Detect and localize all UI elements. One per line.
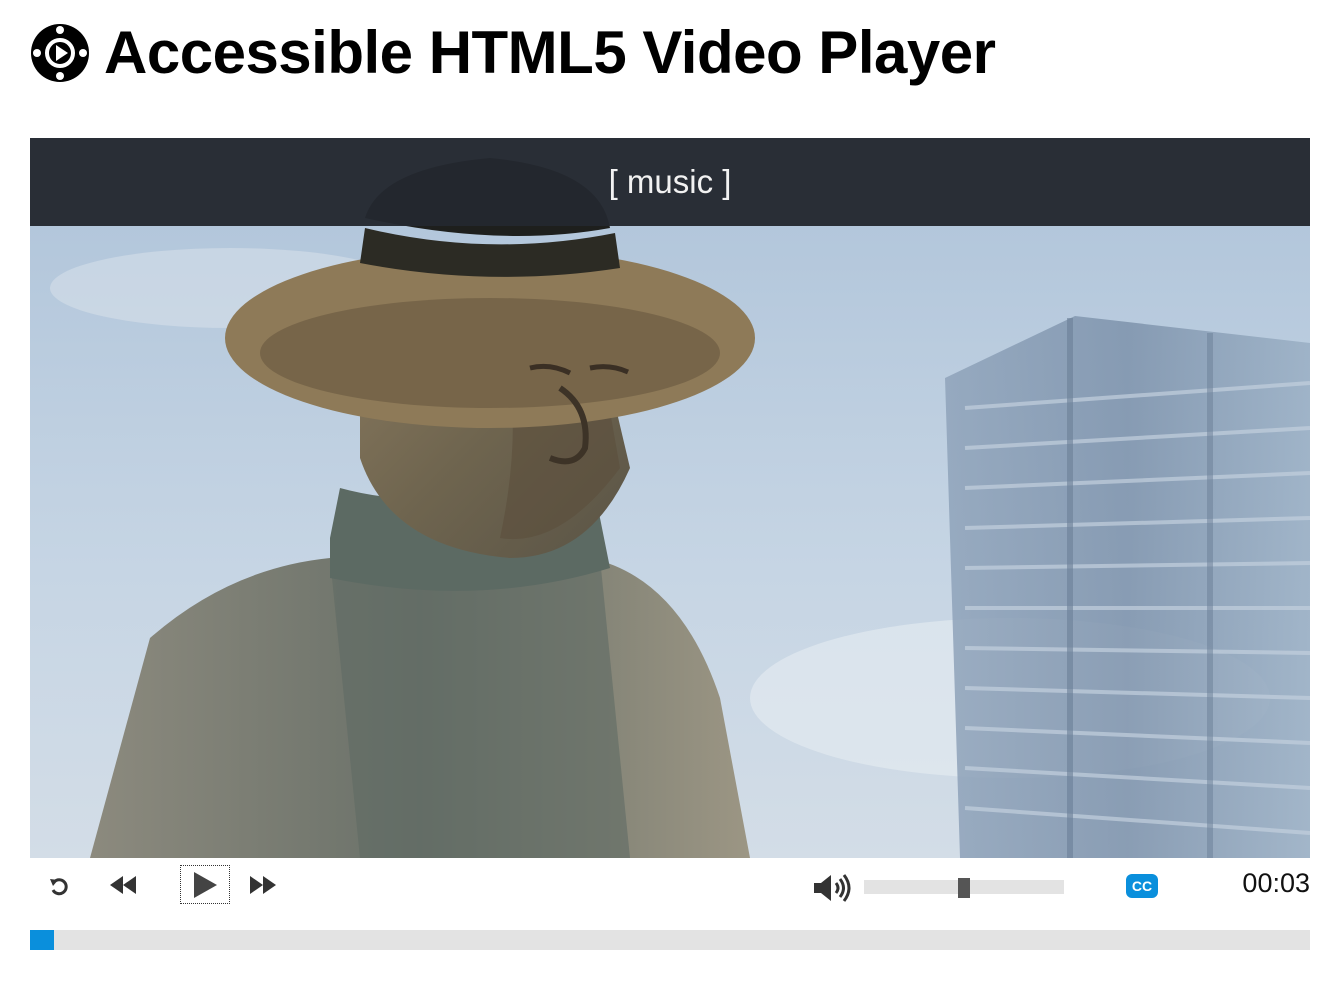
video-player[interactable]: [ music ] [30,138,1310,858]
rewind-button[interactable] [106,870,140,900]
volume-slider-thumb[interactable] [958,878,970,898]
player-controls: CC 00:03 [30,858,1310,914]
restart-button[interactable] [44,872,74,902]
elapsed-time: 00:03 [1242,868,1310,898]
play-icon [194,871,217,898]
captions-button[interactable]: CC [1126,874,1158,898]
svg-text:CC: CC [1132,878,1152,894]
caption-bar: [ music ] [30,138,1310,226]
mute-button[interactable] [810,870,854,906]
seek-bar[interactable] [30,930,1310,950]
caption-text: [ music ] [608,163,732,200]
fast-forward-button[interactable] [246,870,280,900]
restart-icon [50,878,68,896]
rewind-icon [110,876,136,894]
closed-captions-icon: CC [1126,874,1158,898]
seek-bar-progress [30,930,54,950]
page-title: Accessible HTML5 Video Player [104,19,996,86]
video-player-logo-icon [31,24,89,82]
video-frame[interactable] [30,138,1310,858]
volume-icon [814,874,851,902]
play-button[interactable] [180,865,230,904]
fast-forward-icon [250,876,276,894]
page-header: Accessible HTML5 Video Player [30,18,996,88]
